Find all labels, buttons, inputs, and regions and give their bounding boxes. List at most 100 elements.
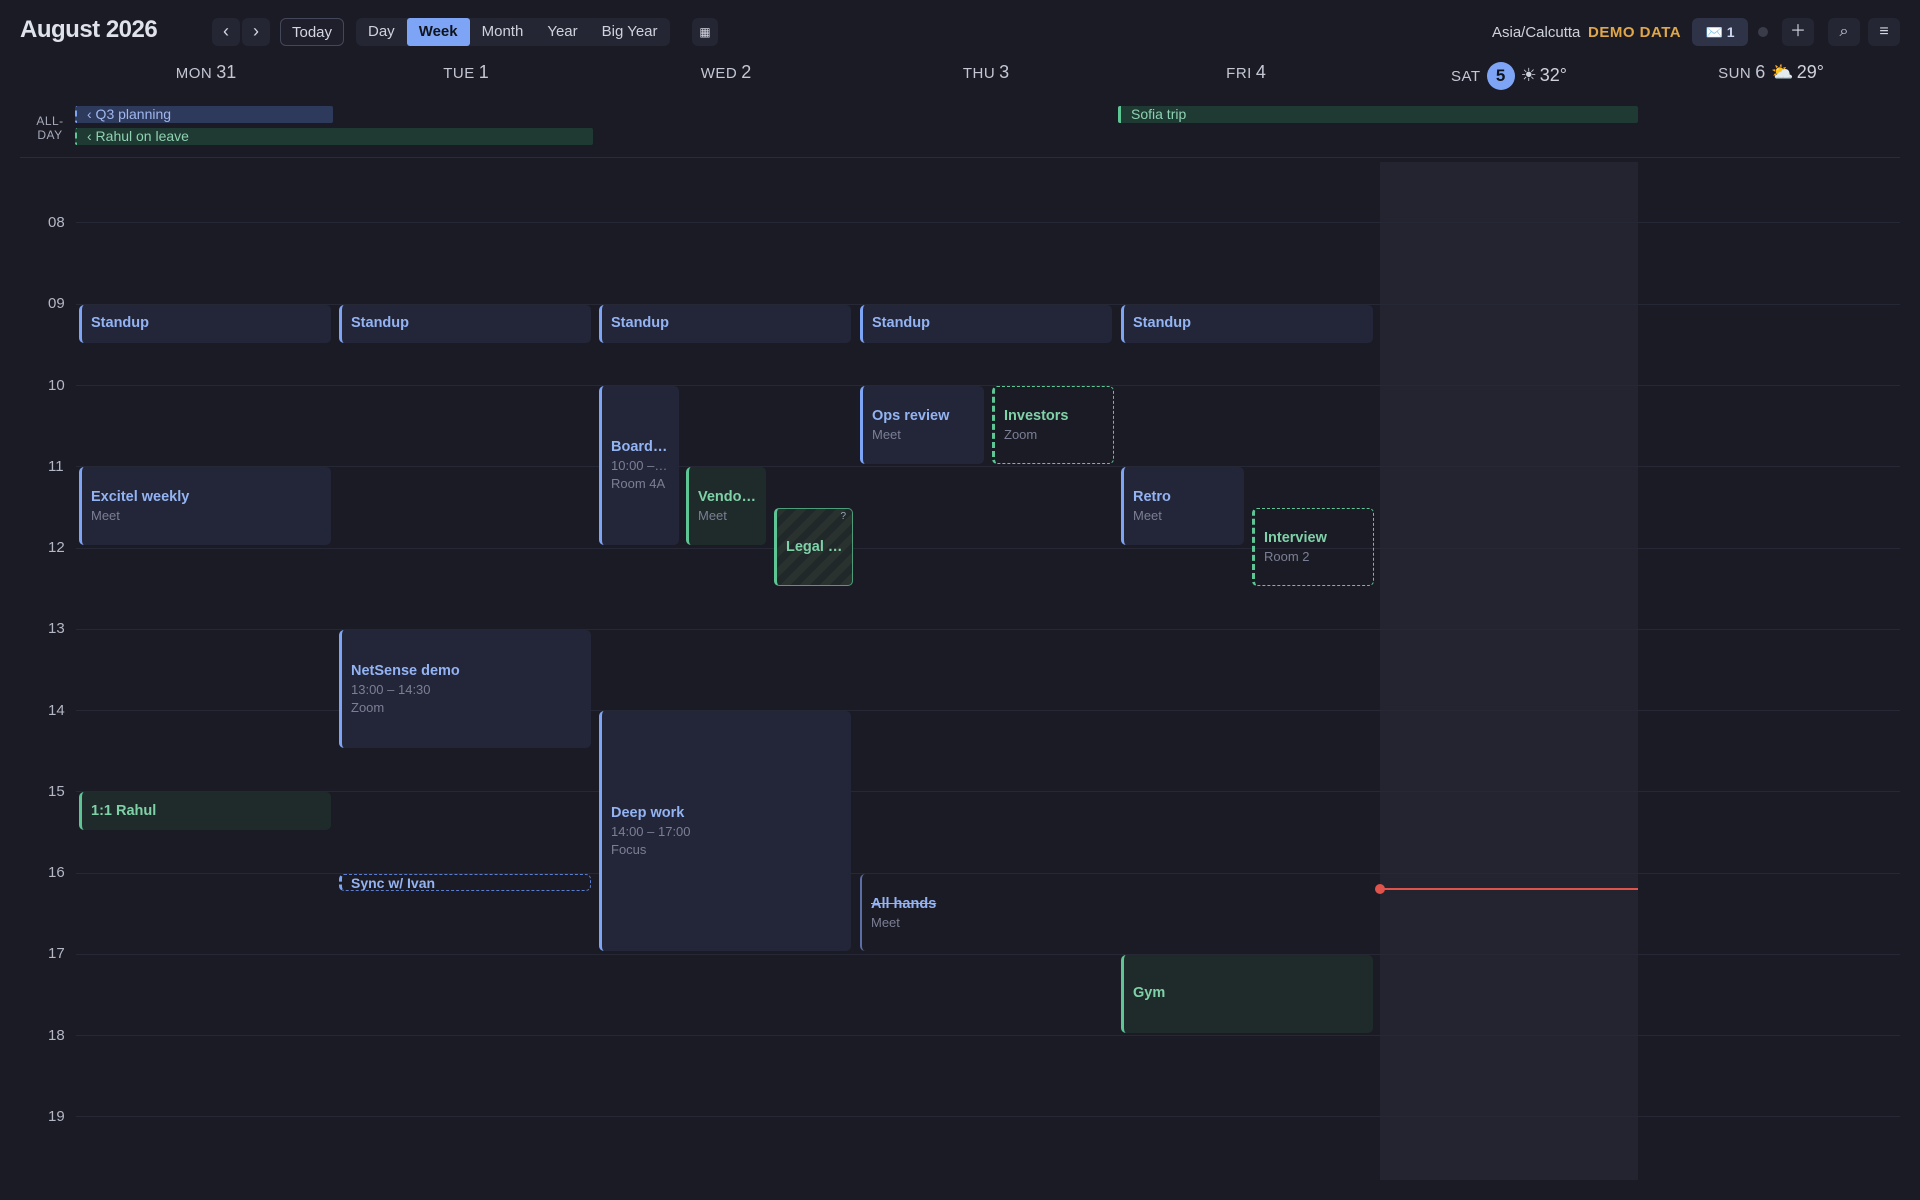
partly-cloudy-icon: ⛅ — [1771, 62, 1794, 82]
event-title: Retro — [1133, 489, 1171, 505]
day-number: 1 — [478, 62, 489, 82]
day-name: SUN — [1718, 65, 1752, 82]
hour-line — [76, 222, 1900, 223]
hour-line — [76, 1035, 1900, 1036]
status-dot-icon — [1758, 27, 1768, 37]
view-big-year-tab[interactable]: Big Year — [590, 18, 670, 46]
event-location: Meet — [872, 427, 901, 442]
event-standup-tue[interactable]: Standup — [339, 305, 591, 343]
event-gym[interactable]: Gym — [1121, 955, 1373, 1033]
event-excitel-weekly[interactable]: Excitel weekly Meet — [79, 467, 331, 545]
event-location: Zoom — [1004, 427, 1038, 442]
tentative-icon: ? — [840, 511, 846, 522]
event-deep-work[interactable]: Deep work 14:00 – 17:00 Focus — [599, 711, 851, 951]
view-year-tab[interactable]: Year — [535, 18, 589, 46]
allday-event-rahul-leave[interactable]: ‹ Rahul on leave — [75, 128, 593, 145]
hour-label: 14 — [48, 702, 65, 719]
event-title: Ops review — [872, 408, 950, 424]
event-title: Gym — [1133, 985, 1166, 1001]
event-title: Investors — [1004, 408, 1069, 424]
event-title: Deep work — [611, 805, 685, 821]
mail-notification-button[interactable]: ✉️ 1 — [1692, 18, 1748, 46]
event-standup-fri[interactable]: Standup — [1121, 305, 1373, 343]
view-month-tab[interactable]: Month — [470, 18, 536, 46]
event-standup-wed[interactable]: Standup — [599, 305, 851, 343]
event-ops-review[interactable]: Ops review Meet — [860, 386, 984, 464]
all-day-divider — [20, 157, 1900, 158]
timezone-label[interactable]: Asia/Calcutta — [1492, 24, 1580, 41]
allday-event-sofia-trip[interactable]: Sofia trip — [1118, 106, 1638, 123]
all-day-label: ALL- DAY — [36, 114, 64, 142]
view-switcher: Day Week Month Year Big Year — [356, 18, 670, 46]
event-title: Vendo… — [698, 489, 757, 505]
hour-line — [76, 548, 1900, 549]
event-location: Meet — [698, 508, 727, 523]
day-name: TUE — [443, 65, 475, 82]
event-all-hands-cancelled[interactable]: All hands Meet — [860, 874, 1112, 951]
event-time: 13:00 – 14:30 — [351, 682, 431, 697]
event-location: Zoom — [351, 700, 385, 715]
event-vendor[interactable]: Vendo… Meet — [686, 467, 766, 545]
event-title: Sync w/ Ivan — [351, 876, 436, 891]
menu-icon[interactable]: ≡ — [1868, 18, 1900, 46]
event-title: 1:1 Rahul — [91, 803, 157, 819]
hour-label: 12 — [48, 539, 65, 556]
event-title: Excitel weekly — [91, 489, 190, 505]
event-title: All hands — [871, 896, 937, 912]
next-week-button[interactable]: › — [242, 18, 270, 46]
search-icon[interactable]: ⌕ — [1828, 18, 1860, 46]
page-title: August 2026 — [20, 16, 158, 43]
event-time: 10:00 –… — [611, 458, 668, 473]
day-header-fri[interactable]: FRI 4 — [1116, 62, 1376, 92]
event-title: Interview — [1264, 530, 1327, 546]
event-title: Standup — [1133, 315, 1191, 331]
demo-data-badge: DEMO DATA — [1588, 24, 1682, 41]
day-header-tue[interactable]: TUE 1 — [336, 62, 596, 92]
today-button[interactable]: Today — [280, 18, 344, 46]
view-day-tab[interactable]: Day — [356, 18, 407, 46]
prev-week-button[interactable]: ‹ — [212, 18, 240, 46]
hour-label: 19 — [48, 1108, 65, 1125]
event-sync-ivan[interactable]: Sync w/ Ivan — [339, 874, 591, 891]
hour-line — [76, 466, 1900, 467]
hour-label: 09 — [48, 295, 65, 312]
day-header-thu[interactable]: THU 3 — [856, 62, 1116, 92]
hour-label: 11 — [48, 458, 64, 475]
event-investors[interactable]: Investors Zoom — [992, 386, 1114, 464]
event-title: Standup — [351, 315, 409, 331]
event-board-meeting[interactable]: Board … 10:00 –… Room 4A — [599, 386, 679, 545]
add-icon[interactable]: ＋ — [1782, 18, 1814, 46]
event-standup-thu[interactable]: Standup — [860, 305, 1112, 343]
hour-label: 17 — [48, 945, 65, 962]
grid-icon[interactable]: ▦ — [692, 18, 718, 46]
event-standup-mon[interactable]: Standup — [79, 305, 331, 343]
day-header-sun[interactable]: SUN 6 ⛅ 29° — [1642, 62, 1900, 92]
hour-label: 13 — [48, 620, 65, 637]
event-location: Meet — [871, 915, 900, 930]
day-name: THU — [962, 65, 996, 82]
event-legal-tentative[interactable]: ? Legal … — [774, 508, 853, 586]
event-location: Meet — [1133, 508, 1162, 523]
view-week-tab[interactable]: Week — [406, 18, 470, 46]
day-header-mon[interactable]: MON 31 — [76, 62, 336, 92]
event-1on1-rahul[interactable]: 1:1 Rahul — [79, 792, 331, 830]
day-header-wed[interactable]: WED 2 — [596, 62, 856, 92]
today-badge: 5 — [1486, 62, 1515, 90]
event-netsense-demo[interactable]: NetSense demo 13:00 – 14:30 Zoom — [339, 630, 591, 748]
allday-event-q3-planning[interactable]: ‹ Q3 planning — [75, 106, 333, 123]
event-time: 14:00 – 17:00 — [611, 824, 691, 839]
top-bar: August 2026 ‹ › Today Day Week Month Yea… — [0, 0, 1920, 64]
event-interview[interactable]: Interview Room 2 — [1252, 508, 1374, 586]
event-title: NetSense demo — [351, 663, 460, 679]
hour-label: 08 — [48, 214, 65, 231]
day-number: 2 — [741, 62, 752, 82]
temperature: 29° — [1796, 62, 1824, 82]
today-column-highlight — [1380, 162, 1638, 1180]
event-location: Focus — [611, 842, 647, 857]
sun-icon: ☀ — [1520, 65, 1537, 85]
temperature: 32° — [1539, 65, 1567, 85]
event-retro[interactable]: Retro Meet — [1121, 467, 1244, 545]
day-header-sat[interactable]: SAT 5 ☀ 32° — [1376, 62, 1642, 92]
hour-line — [76, 385, 1900, 386]
event-location: Meet — [91, 508, 120, 523]
